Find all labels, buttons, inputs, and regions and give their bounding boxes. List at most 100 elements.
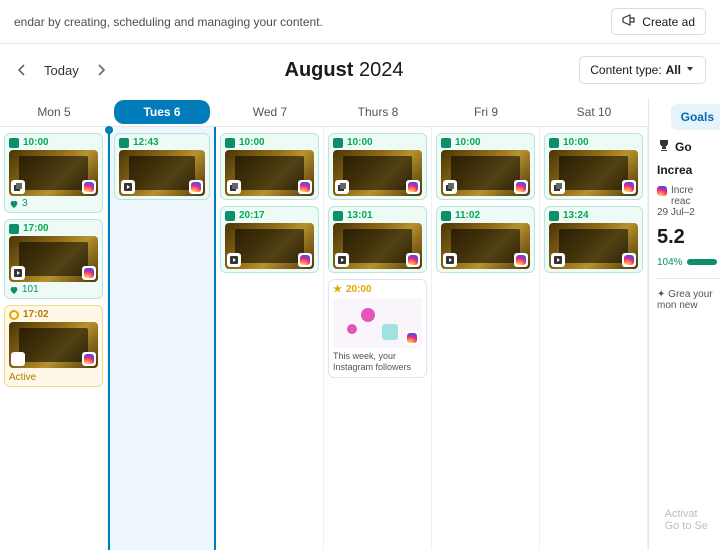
megaphone-icon: [622, 14, 636, 29]
day-column: 10:00 20:17: [216, 127, 324, 550]
instagram-icon: [657, 185, 667, 199]
post-likes: 3: [9, 198, 98, 209]
goal-metric: 5.2: [657, 226, 720, 249]
instagram-icon: [622, 253, 636, 267]
post-type-icon: [441, 211, 451, 221]
day-column: 10:00 11:02: [432, 127, 540, 550]
instagram-icon: [622, 180, 636, 194]
scheduled-post-card[interactable]: 10:003: [4, 133, 103, 213]
post-thumbnail: [441, 150, 530, 196]
post-time: 20:17: [239, 210, 265, 221]
post-type-icon: [441, 138, 451, 148]
scheduled-post-card[interactable]: 10:00: [328, 133, 427, 200]
post-time: 17:00: [23, 223, 49, 234]
scheduled-post-card[interactable]: 12:43: [114, 133, 210, 200]
post-type-icon: [9, 224, 19, 234]
sparkle-icon: ✦: [657, 289, 668, 300]
day-column: 10:00 13:01 ★20:00This week, your Instagra…: [324, 127, 432, 550]
stack-icon: [551, 180, 565, 194]
post-likes: 101: [9, 284, 98, 295]
progress-bar-icon: [687, 257, 717, 268]
instagram-icon: [514, 180, 528, 194]
instagram-icon: [405, 331, 419, 345]
stack-icon: [443, 180, 457, 194]
day-header[interactable]: Tues 6: [108, 98, 216, 126]
create-ad-button[interactable]: Create ad: [611, 8, 706, 35]
post-thumbnail: [225, 150, 314, 196]
post-time: 10:00: [455, 137, 481, 148]
create-ad-label: Create ad: [642, 15, 695, 29]
scheduled-post-card[interactable]: 13:24: [544, 206, 643, 273]
reel-icon: [335, 253, 349, 267]
post-time: 17:02: [23, 309, 49, 320]
post-thumbnail: [9, 236, 98, 282]
scheduled-post-card[interactable]: 17:00 101: [4, 219, 103, 299]
post-time: 11:02: [455, 210, 480, 221]
insight-card[interactable]: ★20:00This week, your Instagram follower…: [328, 279, 427, 378]
content-type-filter[interactable]: Content type: All: [579, 56, 706, 84]
instagram-icon: [189, 180, 203, 194]
post-thumbnail: [441, 223, 530, 269]
scheduled-post-card[interactable]: 10:00: [436, 133, 535, 200]
star-icon: ★: [333, 284, 342, 295]
reel-icon: [443, 253, 457, 267]
instagram-icon: [82, 180, 96, 194]
scheduled-post-card[interactable]: 17:02 Active: [4, 305, 103, 387]
goals-sidebar: Goals Go Increa Incre reac 29 Jul–2 5.2 …: [648, 98, 720, 550]
today-button[interactable]: Today: [44, 63, 79, 78]
next-week-button[interactable]: [93, 62, 109, 78]
day-header[interactable]: Fri 9: [432, 98, 540, 126]
month-title: August 2024: [285, 59, 404, 82]
post-type-icon: [119, 138, 129, 148]
post-thumbnail: [549, 223, 638, 269]
instagram-icon: [82, 352, 96, 366]
stack-icon: [335, 180, 349, 194]
post-type-icon: [225, 138, 235, 148]
instagram-icon: [82, 266, 96, 280]
post-thumbnail: [333, 150, 422, 196]
calendar-grid: Mon 5Tues 6Wed 7Thurs 8Fri 9Sat 10 10:00…: [0, 98, 648, 550]
day-header[interactable]: Thurs 8: [324, 98, 432, 126]
instagram-icon: [298, 180, 312, 194]
day-column: 10:003 17:00 101 17:02 Active: [0, 127, 108, 550]
goal-date: 29 Jul–2: [657, 207, 720, 218]
post-status: Active: [9, 370, 98, 383]
post-time: 10:00: [239, 137, 265, 148]
goal-subheading: Increa: [657, 163, 720, 177]
post-type-icon: [333, 138, 343, 148]
scheduled-post-card[interactable]: 11:02: [436, 206, 535, 273]
reel-icon: [11, 266, 25, 280]
post-thumbnail: [225, 223, 314, 269]
post-time: 12:43: [133, 137, 159, 148]
goal-line-2: reac: [671, 196, 693, 207]
clock-icon: [11, 352, 25, 366]
post-time: 13:01: [347, 210, 373, 221]
post-type-icon: [549, 211, 559, 221]
reel-icon: [227, 253, 241, 267]
scheduled-post-card[interactable]: 10:00: [544, 133, 643, 200]
reel-icon: [551, 253, 565, 267]
post-thumbnail: [333, 223, 422, 269]
day-column: 10:00 13:24: [540, 127, 648, 550]
goal-line-1: Incre: [671, 185, 693, 196]
trophy-icon: [657, 138, 671, 155]
stack-icon: [11, 180, 25, 194]
prev-week-button[interactable]: [14, 62, 30, 78]
instagram-icon: [406, 180, 420, 194]
day-header[interactable]: Sat 10: [540, 98, 648, 126]
post-type-icon: [225, 211, 235, 221]
scheduled-post-card[interactable]: 13:01: [328, 206, 427, 273]
instagram-icon: [298, 253, 312, 267]
scheduled-post-card[interactable]: 10:00: [220, 133, 319, 200]
post-time: 10:00: [347, 137, 373, 148]
day-header[interactable]: Mon 5: [0, 98, 108, 126]
scheduled-post-card[interactable]: 20:17: [220, 206, 319, 273]
goal-percent: 104%: [657, 257, 720, 268]
post-time: 13:24: [563, 210, 589, 221]
day-header[interactable]: Wed 7: [216, 98, 324, 126]
goal-heading: Go: [657, 138, 720, 155]
clock-icon: [9, 310, 19, 320]
caret-down-icon: [685, 63, 695, 77]
goals-tab[interactable]: Goals: [671, 104, 720, 130]
instagram-icon: [514, 253, 528, 267]
